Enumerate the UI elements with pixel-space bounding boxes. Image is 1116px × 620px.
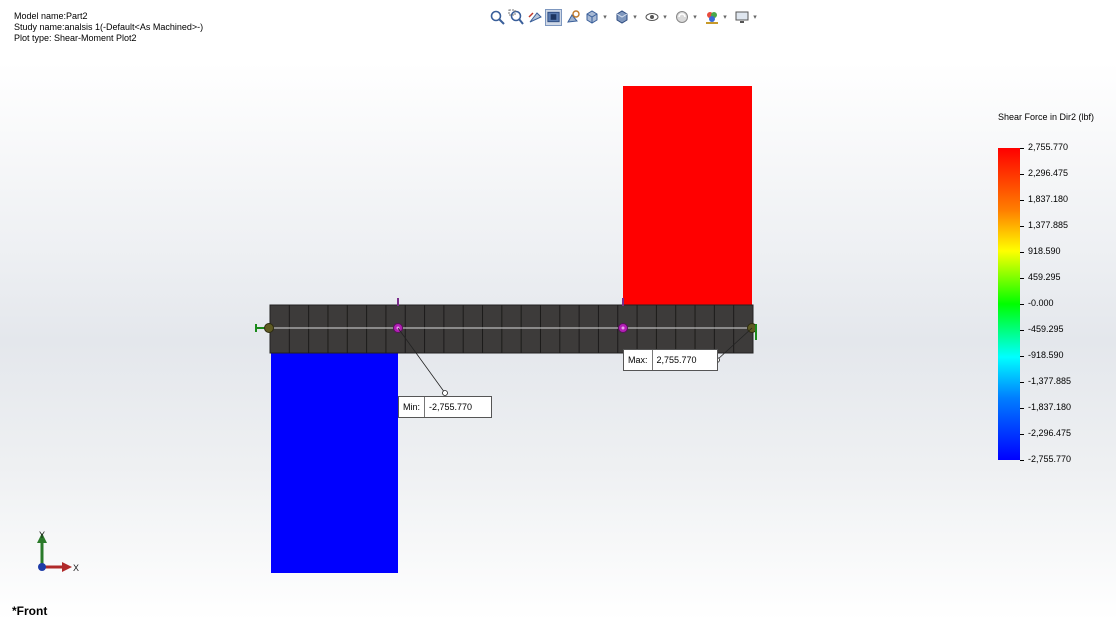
load-point-2 <box>618 323 628 333</box>
left-support <box>255 323 274 333</box>
positive-shear-bar <box>623 86 752 305</box>
legend-tick-label: 1,377.885 <box>1028 220 1069 230</box>
min-callout-value: -2,755.770 <box>429 402 473 412</box>
x-axis-label: X <box>73 563 79 573</box>
legend-tick-mark <box>1020 356 1024 357</box>
legend-tick-mark <box>1020 304 1024 305</box>
legend-tick-mark <box>1020 226 1024 227</box>
legend-tick-mark <box>1020 252 1024 253</box>
graphics-viewport[interactable]: Model name:Part2 Study name:analsis 1(-D… <box>0 0 1116 620</box>
coordinate-triad: Y X <box>37 530 79 573</box>
y-axis-label: Y <box>39 530 45 540</box>
legend-tick-label: -459.295 <box>1028 324 1064 334</box>
legend-tick-label: 459.295 <box>1028 272 1061 282</box>
min-callout[interactable]: Min: -2,755.770 <box>398 396 492 418</box>
legend-tick-label: -0.000 <box>1028 298 1054 308</box>
legend-tick-label: -2,755.770 <box>1028 454 1072 464</box>
legend-tick-label: 1,837.180 <box>1028 194 1069 204</box>
legend-tick-label: -918.590 <box>1028 350 1064 360</box>
min-callout-label: Min: <box>399 397 426 417</box>
view-orientation-label: *Front <box>12 604 48 618</box>
legend-tick-label: -2,296.475 <box>1028 428 1072 438</box>
shear-diagram: Y X <box>37 86 757 573</box>
legend-tick-label: 2,755.770 <box>1028 142 1069 152</box>
legend-tick-mark <box>1020 460 1024 461</box>
legend-tick-mark <box>1020 434 1024 435</box>
legend-tick-label: -1,377.885 <box>1028 376 1072 386</box>
max-callout-value: 2,755.770 <box>656 355 697 365</box>
legend-tick-label: 918.590 <box>1028 246 1061 256</box>
legend-tick-mark <box>1020 408 1024 409</box>
legend-tick-mark <box>1020 330 1024 331</box>
max-callout[interactable]: Max: 2,755.770 <box>623 349 718 371</box>
legend-tick-mark <box>1020 200 1024 201</box>
legend-tick-label: 2,296.475 <box>1028 168 1069 178</box>
legend-tick-label: -1,837.180 <box>1028 402 1072 412</box>
legend-tick-mark <box>1020 174 1024 175</box>
legend-title: Shear Force in Dir2 (lbf) <box>998 112 1095 122</box>
color-bar <box>998 148 1020 460</box>
legend-tick-mark <box>1020 382 1024 383</box>
max-callout-label: Max: <box>624 350 653 370</box>
legend-tick-mark <box>1020 278 1024 279</box>
negative-shear-bar <box>271 352 398 573</box>
legend-tick-mark <box>1020 148 1024 149</box>
beam <box>262 298 755 354</box>
